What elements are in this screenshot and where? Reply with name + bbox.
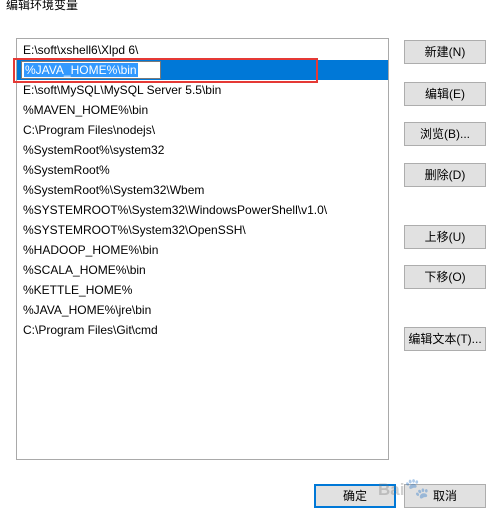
cancel-button[interactable]: 取消	[404, 484, 486, 508]
list-item-label: %SystemRoot%	[23, 163, 110, 177]
list-item-label: %HADOOP_HOME%\bin	[23, 243, 159, 257]
ok-button[interactable]: 确定	[314, 484, 396, 508]
inline-edit-input[interactable]: %JAVA_HOME%\bin	[21, 61, 161, 79]
list-item[interactable]: C:\Program Files\nodejs\	[17, 120, 388, 140]
list-item-label: %SystemRoot%\System32\Wbem	[23, 183, 205, 197]
list-item-label: C:\Program Files\Git\cmd	[23, 323, 158, 337]
list-item-label: E:\soft\MySQL\MySQL Server 5.5\bin	[23, 83, 222, 97]
path-list[interactable]: E:\soft\xshell6\Xlpd 6\ %JAVA_HOME%\bin …	[16, 38, 389, 460]
list-item-label: E:\soft\xshell6\Xlpd 6\	[23, 43, 139, 57]
list-item-label: %KETTLE_HOME%	[23, 283, 133, 297]
list-item-label: %SystemRoot%\system32	[23, 143, 165, 157]
edit-text-button[interactable]: 编辑文本(T)...	[404, 327, 486, 351]
title-bar: 编辑环境变量	[0, 0, 500, 14]
list-item[interactable]: %JAVA_HOME%\jre\bin	[17, 300, 388, 320]
list-item[interactable]: %SystemRoot%\system32	[17, 140, 388, 160]
delete-button[interactable]: 删除(D)	[404, 163, 486, 187]
list-item-label: %SCALA_HOME%\bin	[23, 263, 146, 277]
list-item[interactable]: %KETTLE_HOME%	[17, 280, 388, 300]
inline-edit-text: %JAVA_HOME%\bin	[24, 63, 138, 77]
list-item[interactable]: E:\soft\MySQL\MySQL Server 5.5\bin	[17, 80, 388, 100]
list-item-label: C:\Program Files\nodejs\	[23, 123, 156, 137]
list-item-selected[interactable]: %JAVA_HOME%\bin	[17, 60, 388, 80]
list-item[interactable]: %SYSTEMROOT%\System32\OpenSSH\	[17, 220, 388, 240]
list-item[interactable]: %HADOOP_HOME%\bin	[17, 240, 388, 260]
browse-button[interactable]: 浏览(B)...	[404, 122, 486, 146]
list-item[interactable]: %SYSTEMROOT%\System32\WindowsPowerShell\…	[17, 200, 388, 220]
list-item[interactable]: %SystemRoot%\System32\Wbem	[17, 180, 388, 200]
list-item[interactable]: E:\soft\xshell6\Xlpd 6\	[17, 40, 388, 60]
move-up-button[interactable]: 上移(U)	[404, 225, 486, 249]
list-item[interactable]: %SCALA_HOME%\bin	[17, 260, 388, 280]
list-item[interactable]: %MAVEN_HOME%\bin	[17, 100, 388, 120]
list-item[interactable]: %SystemRoot%	[17, 160, 388, 180]
window-title: 编辑环境变量	[6, 0, 79, 12]
move-down-button[interactable]: 下移(O)	[404, 265, 486, 289]
new-button[interactable]: 新建(N)	[404, 40, 486, 64]
list-item-label: %SYSTEMROOT%\System32\WindowsPowerShell\…	[23, 203, 328, 217]
list-item-label: %JAVA_HOME%\jre\bin	[23, 303, 152, 317]
list-item[interactable]: C:\Program Files\Git\cmd	[17, 320, 388, 340]
list-item-label: %SYSTEMROOT%\System32\OpenSSH\	[23, 223, 246, 237]
edit-button[interactable]: 编辑(E)	[404, 82, 486, 106]
list-item-label: %MAVEN_HOME%\bin	[23, 103, 149, 117]
